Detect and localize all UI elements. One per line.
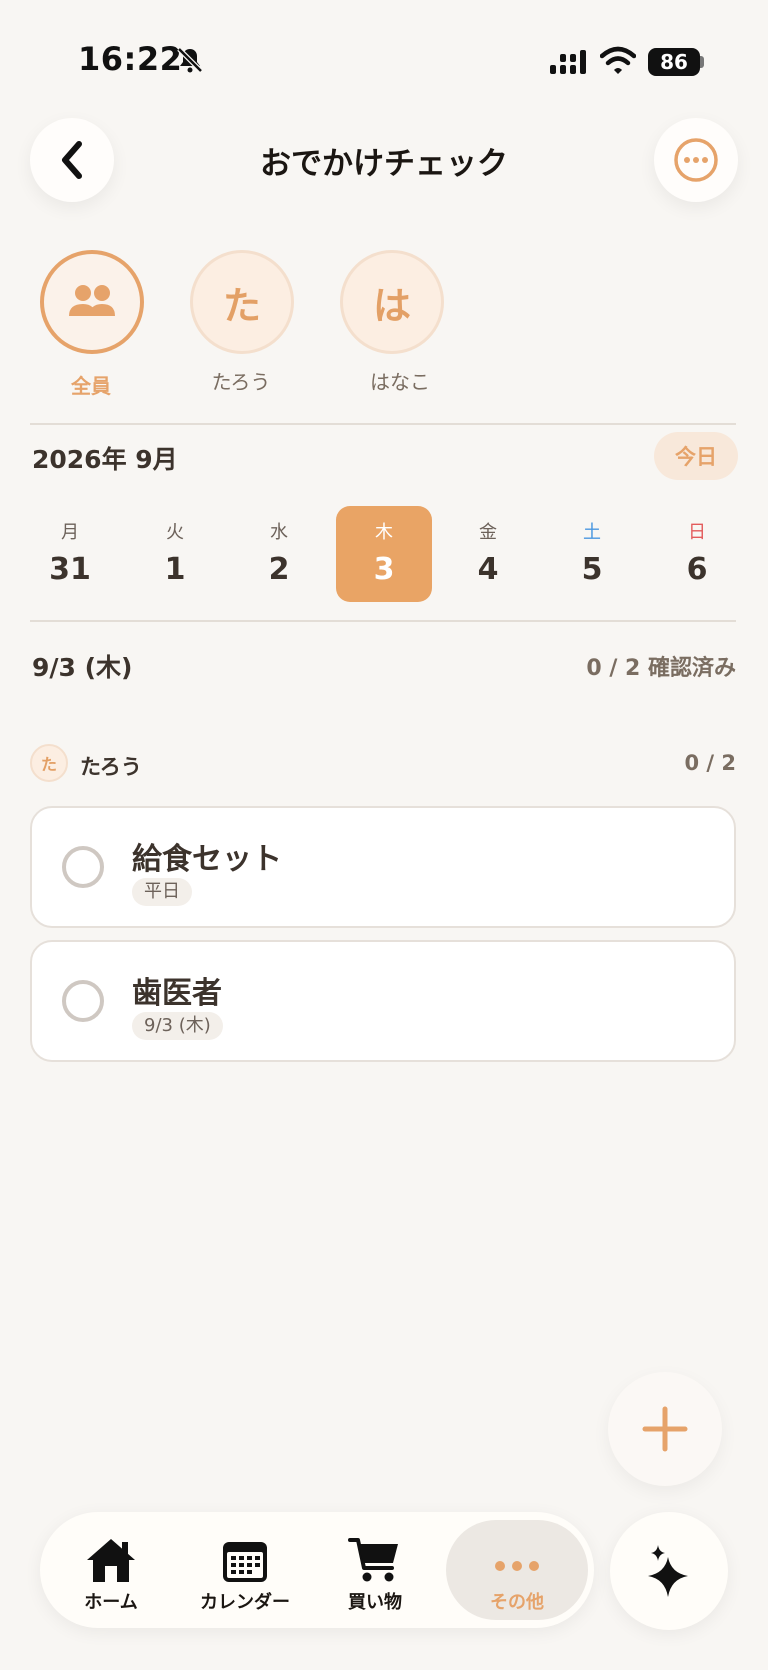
- date-number: 31: [49, 552, 91, 587]
- date-number: 4: [477, 552, 499, 587]
- check-item-card[interactable]: 給食セット 平日: [30, 806, 736, 928]
- confirmed-count: 0 / 2 確認済み: [586, 656, 736, 681]
- weekday-label: 金: [479, 522, 497, 543]
- signal-icon: [550, 50, 586, 74]
- member-taro[interactable]: た たろう: [190, 250, 294, 395]
- battery-tip: [700, 56, 704, 68]
- avatar-all: [40, 250, 144, 354]
- member-label: 全員: [71, 374, 111, 398]
- silent-bell-icon: [177, 47, 203, 73]
- date-number: 1: [164, 552, 186, 587]
- people-icon: [69, 285, 115, 316]
- page-title: おでかけチェック: [260, 146, 508, 182]
- plus-icon: [642, 1406, 688, 1452]
- day-cell[interactable]: 土 5: [544, 506, 640, 602]
- member-label: たろう: [211, 370, 271, 394]
- member-hanako[interactable]: は はなこ: [340, 250, 444, 395]
- sparkles-icon: [648, 1545, 688, 1597]
- check-circle[interactable]: [62, 980, 104, 1022]
- day-cell[interactable]: 日 6: [649, 506, 745, 602]
- weekday-label: 火: [166, 522, 184, 543]
- day-cell-selected[interactable]: 木 3: [336, 506, 432, 602]
- ai-assistant-button[interactable]: [610, 1512, 728, 1630]
- status-bar: 16:22 86: [0, 0, 768, 120]
- person-avatar: た: [30, 744, 68, 782]
- tab-label: 買い物: [348, 1592, 402, 1613]
- weekday-label: 土: [583, 522, 601, 543]
- home-icon: [87, 1539, 135, 1582]
- divider: [30, 423, 736, 425]
- item-tag: 9/3 (木): [132, 1012, 223, 1040]
- more-icon: [495, 1561, 539, 1571]
- day-cell[interactable]: 金 4: [440, 506, 536, 602]
- member-label: はなこ: [370, 370, 430, 394]
- person-name: たろう: [80, 755, 142, 779]
- ellipsis-circle-icon: [674, 138, 718, 182]
- weekday-label: 日: [688, 522, 706, 543]
- cart-icon: [348, 1538, 398, 1582]
- item-tag: 平日: [132, 878, 192, 906]
- battery-indicator: 86: [648, 48, 700, 76]
- avatar-hanako: は: [340, 250, 444, 354]
- status-time: 16:22: [78, 40, 183, 78]
- selected-date-label: 9/3 (木): [32, 653, 133, 682]
- tab-more[interactable]: その他: [446, 1512, 588, 1628]
- wifi-icon: [600, 46, 636, 74]
- weekday-label: 木: [375, 522, 393, 543]
- tab-bar: ホーム カレンダー 買い物 その他: [40, 1512, 594, 1628]
- calendar-icon: [223, 1542, 267, 1582]
- tab-label: その他: [490, 1592, 544, 1613]
- weekday-label: 水: [270, 522, 288, 543]
- check-circle[interactable]: [62, 846, 104, 888]
- tab-calendar[interactable]: カレンダー: [180, 1512, 310, 1628]
- tab-shopping[interactable]: 買い物: [320, 1512, 430, 1628]
- member-all[interactable]: 全員: [40, 250, 144, 399]
- date-number: 5: [581, 552, 603, 587]
- item-title: 給食セット: [132, 842, 282, 877]
- tab-home[interactable]: ホーム: [52, 1512, 170, 1628]
- person-check-count: 0 / 2: [684, 751, 736, 775]
- day-cell[interactable]: 月 31: [22, 506, 118, 602]
- tab-label: カレンダー: [200, 1592, 290, 1613]
- day-cell[interactable]: 水 2: [231, 506, 327, 602]
- item-title: 歯医者: [132, 976, 222, 1011]
- month-label: 2026年 9月: [32, 445, 178, 474]
- date-number: 2: [268, 552, 290, 587]
- add-button[interactable]: [608, 1372, 722, 1486]
- avatar-taro: た: [190, 250, 294, 354]
- date-number: 6: [686, 552, 708, 587]
- weekday-label: 月: [61, 522, 79, 543]
- divider: [30, 620, 736, 622]
- date-number: 3: [373, 552, 395, 587]
- day-cell[interactable]: 火 1: [127, 506, 223, 602]
- tab-label: ホーム: [84, 1592, 138, 1613]
- more-options-button[interactable]: [654, 118, 738, 202]
- check-item-card[interactable]: 歯医者 9/3 (木): [30, 940, 736, 1062]
- today-button[interactable]: 今日: [654, 432, 738, 480]
